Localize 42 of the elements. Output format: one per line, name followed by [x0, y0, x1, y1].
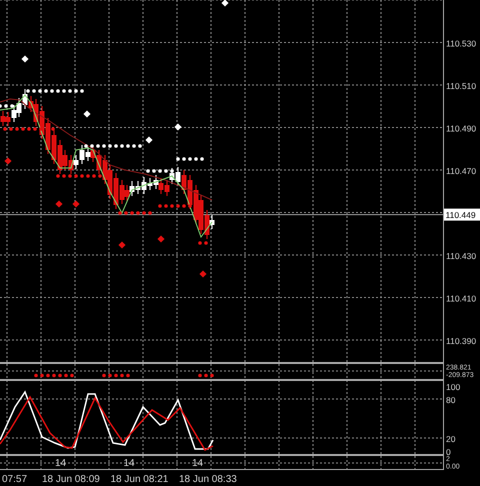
- dot-marker-row: [0, 104, 14, 108]
- price-label: 110.510: [446, 81, 476, 91]
- oscillator-label: 0: [446, 447, 451, 457]
- dot-marker-row: [84, 144, 142, 148]
- time-label: 18 Jun 08:21: [110, 474, 168, 485]
- diamond-marker: [145, 136, 153, 144]
- dot-marker-row: [34, 374, 74, 378]
- time-label: 07:57: [2, 474, 28, 485]
- price-label: 110.530: [446, 38, 476, 48]
- dot-marker-row: [198, 241, 208, 245]
- dot-marker-row: [158, 204, 192, 208]
- price-label: 110.470: [446, 166, 476, 176]
- oscillator-label: 80: [446, 395, 456, 405]
- dot-marker-row: [3, 127, 55, 131]
- price-label: 110.410: [446, 294, 476, 304]
- dot-marker-row: [176, 157, 204, 161]
- diamond-marker: [199, 270, 207, 278]
- price-label: 110.490: [446, 124, 476, 134]
- current-price-label: 110.449: [444, 208, 480, 221]
- diamond-marker: [4, 157, 12, 165]
- price-label: 110.430: [446, 251, 476, 261]
- time-label: 18 Jun 08:33: [179, 474, 237, 485]
- diamond-marker: [21, 55, 29, 63]
- diamond-marker: [55, 200, 63, 208]
- diamond-marker: [157, 235, 165, 243]
- dot-marker-row: [198, 374, 214, 378]
- dot-marker-row: [118, 211, 152, 215]
- bar-label: 14: [55, 458, 66, 469]
- diamond-marker: [83, 110, 91, 118]
- dot-marker-row: [102, 374, 130, 378]
- dot-marker-row: [146, 169, 174, 173]
- time-label: 18 Jun 08:09: [42, 474, 100, 485]
- dot-marker-row: [26, 89, 84, 93]
- bar-label: 14: [124, 458, 135, 469]
- oscillator-label: 20: [446, 434, 456, 444]
- oscillator-label: 100: [446, 382, 460, 392]
- diamond-marker: [221, 0, 229, 7]
- diamond-marker: [72, 200, 80, 208]
- price-label: 110.390: [446, 336, 476, 346]
- bar-label: 14: [192, 458, 204, 469]
- diamond-marker: [174, 123, 182, 131]
- diamond-marker: [118, 241, 126, 249]
